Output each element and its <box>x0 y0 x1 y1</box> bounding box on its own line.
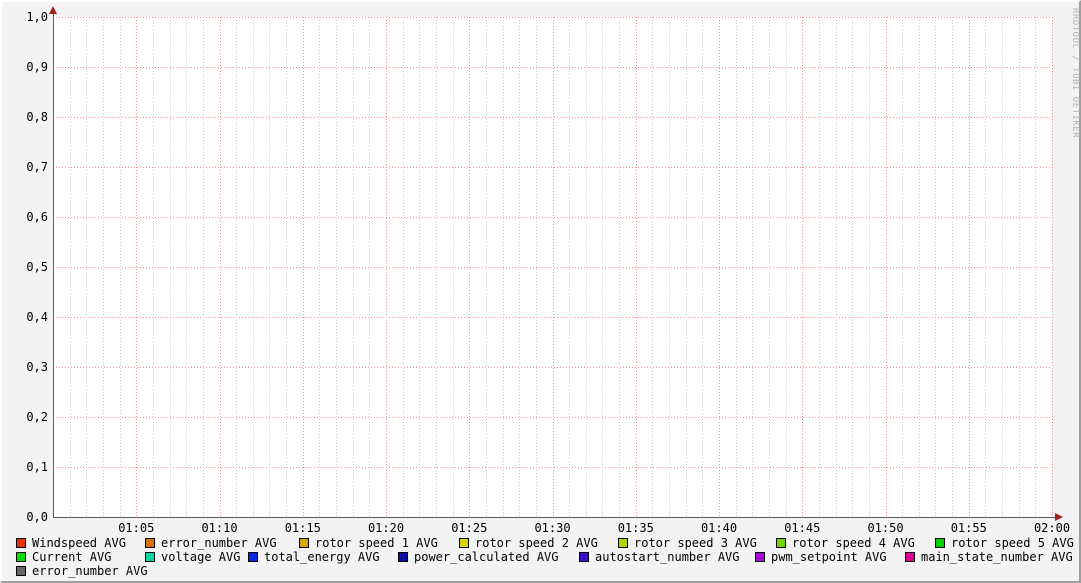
legend-label: rotor speed 4 AVG <box>792 537 915 549</box>
y-axis <box>53 12 54 517</box>
x-axis <box>53 517 1055 518</box>
x-axis-arrow-icon <box>1055 513 1063 521</box>
y-tick-label: 0,4 <box>4 310 48 324</box>
major-gridline-horizontal <box>53 367 1052 368</box>
major-gridline-horizontal <box>53 317 1052 318</box>
x-tick-label: 01:45 <box>772 521 832 535</box>
y-tick-label: 0,6 <box>4 210 48 224</box>
x-tick-label: 01:25 <box>439 521 499 535</box>
x-tick-label: 01:20 <box>356 521 416 535</box>
legend-label: voltage AVG <box>161 551 240 563</box>
major-gridline-vertical <box>1052 17 1053 517</box>
major-gridline-horizontal <box>53 467 1052 468</box>
legend-label: rotor speed 2 AVG <box>475 537 598 549</box>
legend-swatch <box>16 538 26 548</box>
legend-label: power_calculated AVG <box>414 551 559 563</box>
legend-label: main_state_number AVG <box>921 551 1073 563</box>
legend-swatch <box>145 552 155 562</box>
x-tick-label: 01:30 <box>523 521 583 535</box>
legend-item: rotor speed 2 AVG <box>459 537 598 549</box>
major-gridline-horizontal <box>53 417 1052 418</box>
legend-label: total_energy AVG <box>264 551 380 563</box>
y-tick-label: 0,5 <box>4 260 48 274</box>
legend-item: Windspeed AVG <box>16 537 126 549</box>
major-gridline-horizontal <box>53 67 1052 68</box>
graph-frame: 1,0 0,9 0,8 0,7 0,6 0,5 0,4 0,3 0,2 0,1 0,0 01:05 0… <box>0 0 1081 583</box>
watermark: RRDTOOL / TOBI OETIKER <box>1070 8 1080 138</box>
legend-label: rotor speed 5 AVG <box>951 537 1074 549</box>
y-tick-label: 0,8 <box>4 110 48 124</box>
x-tick-label: 01:50 <box>856 521 916 535</box>
major-gridline-horizontal <box>53 167 1052 168</box>
major-gridline-horizontal <box>53 217 1052 218</box>
legend-swatch <box>248 552 258 562</box>
legend-swatch <box>16 552 26 562</box>
legend-item: total_energy AVG <box>248 551 380 563</box>
legend-item: pwm_setpoint AVG <box>755 551 887 563</box>
legend-item: voltage AVG <box>145 551 240 563</box>
y-tick-label: 0,1 <box>4 460 48 474</box>
legend-label: Current AVG <box>32 551 111 563</box>
legend-item: Current AVG <box>16 551 111 563</box>
legend-label: pwm_setpoint AVG <box>771 551 887 563</box>
x-tick-label: 01:55 <box>939 521 999 535</box>
legend-swatch <box>299 538 309 548</box>
legend-item: autostart_number AVG <box>579 551 740 563</box>
y-tick-label: 1,0 <box>4 10 48 24</box>
legend-item: error_number AVG <box>145 537 277 549</box>
legend-swatch <box>776 538 786 548</box>
x-tick-label: 02:00 <box>1022 521 1081 535</box>
legend-item: rotor speed 3 AVG <box>618 537 757 549</box>
legend-swatch <box>398 552 408 562</box>
major-gridline-horizontal <box>53 117 1052 118</box>
legend-swatch <box>935 538 945 548</box>
x-tick-label: 01:40 <box>689 521 749 535</box>
y-tick-label: 0,2 <box>4 410 48 424</box>
legend-item: rotor speed 5 AVG <box>935 537 1074 549</box>
legend-swatch <box>905 552 915 562</box>
legend-label: autostart_number AVG <box>595 551 740 563</box>
y-tick-label: 0,7 <box>4 160 48 174</box>
legend-item: main_state_number AVG <box>905 551 1073 563</box>
legend-swatch <box>579 552 589 562</box>
legend-label: Windspeed AVG <box>32 537 126 549</box>
legend-swatch <box>16 566 26 576</box>
major-gridline-horizontal <box>53 267 1052 268</box>
y-tick-label: 0,0 <box>4 510 48 524</box>
legend-item: error_number AVG <box>16 565 148 577</box>
legend-swatch <box>618 538 628 548</box>
y-tick-label: 0,3 <box>4 360 48 374</box>
y-tick-label: 0,9 <box>4 60 48 74</box>
x-tick-label: 01:10 <box>190 521 250 535</box>
legend-label: rotor speed 1 AVG <box>315 537 438 549</box>
legend-swatch <box>459 538 469 548</box>
legend-item: power_calculated AVG <box>398 551 559 563</box>
plot-area <box>53 17 1052 517</box>
legend-label: error_number AVG <box>32 565 148 577</box>
y-axis-arrow-icon <box>49 6 57 14</box>
legend-swatch <box>145 538 155 548</box>
x-tick-label: 01:15 <box>273 521 333 535</box>
legend-swatch <box>755 552 765 562</box>
x-tick-label: 01:05 <box>106 521 166 535</box>
legend-item: rotor speed 1 AVG <box>299 537 438 549</box>
legend-item: rotor speed 4 AVG <box>776 537 915 549</box>
x-tick-label: 01:35 <box>606 521 666 535</box>
legend-label: error_number AVG <box>161 537 277 549</box>
major-gridline-horizontal <box>53 17 1052 18</box>
legend-label: rotor speed 3 AVG <box>634 537 757 549</box>
